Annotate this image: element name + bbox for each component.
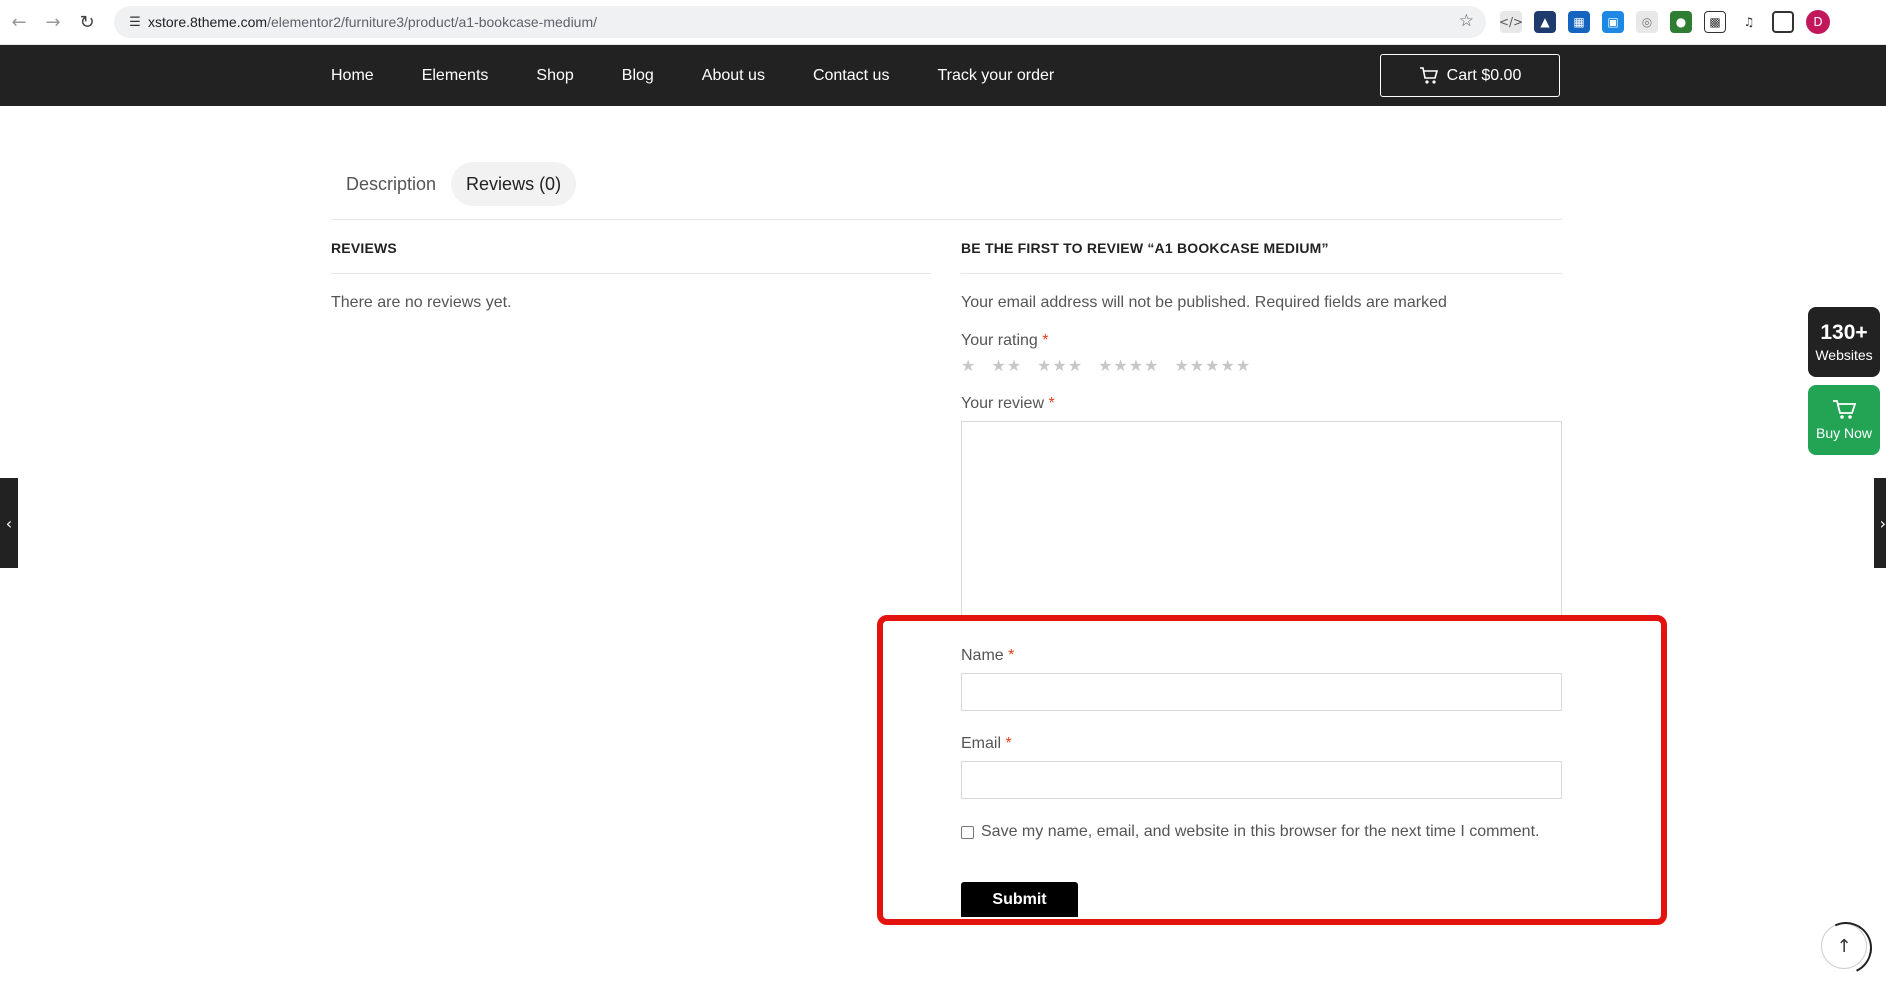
grid-extension-icon[interactable]: ▦ — [1568, 11, 1590, 33]
required-mark: * — [1005, 735, 1012, 752]
submit-button[interactable]: Submit — [961, 882, 1078, 917]
required-note: Your email address will not be published… — [961, 294, 1447, 311]
save-info-row: Save my name, email, and website in this… — [961, 823, 1562, 841]
websites-label: Websites — [1815, 347, 1873, 363]
buy-now-widget[interactable]: Buy Now — [1808, 385, 1880, 455]
cart-button[interactable]: Cart $0.00 — [1380, 54, 1560, 97]
extension-icon[interactable]: ▣ — [1602, 11, 1624, 33]
rating-3-stars[interactable]: ★★★ — [1037, 356, 1083, 375]
email-input[interactable] — [961, 761, 1562, 799]
extensions-area: </> ▲ ▦ ▣ ◎ ● ▩ ♫ D — [1499, 8, 1830, 36]
required-mark: * — [1008, 647, 1015, 664]
globe-extension-icon[interactable]: ◎ — [1636, 11, 1658, 33]
code-extension-icon[interactable]: </> — [1499, 11, 1523, 33]
extension-icon[interactable]: ▲ — [1534, 11, 1556, 33]
cart-icon — [1833, 400, 1856, 419]
url-host: xstore.8theme.com — [148, 14, 268, 30]
email-label: Email * — [961, 735, 1562, 753]
product-tabs: Description Reviews (0) — [331, 162, 1562, 220]
review-field: Your review * — [961, 395, 1562, 621]
reviews-title: REVIEWS — [331, 240, 931, 274]
no-reviews-text: There are no reviews yet. — [331, 294, 512, 311]
review-form-title: BE THE FIRST TO REVIEW “A1 BOOKCASE MEDI… — [961, 240, 1562, 274]
rating-5-stars[interactable]: ★★★★★ — [1174, 356, 1251, 375]
cart-icon — [1419, 66, 1438, 84]
menu-item-shop[interactable]: Shop — [536, 67, 573, 85]
name-label-text: Name — [961, 647, 1004, 664]
reviews-section: REVIEWS There are no reviews yet. — [331, 240, 931, 312]
forward-icon[interactable]: → — [38, 7, 68, 37]
address-bar[interactable]: ☰ xstore.8theme.com/elementor2/furniture… — [114, 6, 1486, 38]
menu-item-home[interactable]: Home — [331, 67, 374, 85]
menu-item-about-us[interactable]: About us — [702, 67, 765, 85]
main-menu: Home Elements Shop Blog About us Contact… — [331, 45, 1102, 106]
review-label-text: Your review — [961, 395, 1045, 412]
required-mark: * — [1048, 395, 1055, 412]
name-field: Name * — [961, 647, 1562, 711]
bookmark-star-icon[interactable]: ☆ — [1459, 11, 1474, 31]
rating-label-text: Your rating — [961, 332, 1038, 349]
menu-item-blog[interactable]: Blog — [622, 67, 654, 85]
arrow-up-icon: ↑ — [1836, 935, 1852, 957]
tab-description[interactable]: Description — [331, 162, 451, 206]
review-textarea[interactable] — [961, 421, 1562, 621]
next-product-arrow-icon[interactable]: › — [1874, 478, 1886, 568]
profile-avatar[interactable]: D — [1806, 10, 1830, 34]
save-info-label[interactable]: Save my name, email, and website in this… — [981, 823, 1539, 841]
tab-reviews[interactable]: Reviews (0) — [451, 162, 577, 206]
name-label: Name * — [961, 647, 1562, 665]
url-path: /elementor2/furniture3/product/a1-bookca… — [267, 14, 598, 30]
url-text: xstore.8theme.com/elementor2/furniture3/… — [148, 14, 597, 30]
extensions-icon[interactable]: ▩ — [1704, 11, 1726, 33]
rating-2-stars[interactable]: ★★ — [991, 356, 1022, 375]
rating-4-stars[interactable]: ★★★★ — [1098, 356, 1159, 375]
browser-toolbar: ← → ↻ ☰ xstore.8theme.com/elementor2/fur… — [0, 0, 1886, 45]
email-label-text: Email — [961, 735, 1002, 752]
rating-label: Your rating * — [961, 332, 1562, 350]
cart-label: Cart $0.00 — [1446, 66, 1522, 84]
websites-count: 130+ — [1820, 321, 1868, 344]
websites-widget[interactable]: 130+ Websites — [1808, 307, 1880, 377]
site-header: Home Elements Shop Blog About us Contact… — [0, 45, 1886, 106]
rating-field: Your rating * ★ ★★ ★★★ ★★★★ ★★★★★ — [961, 332, 1562, 375]
buy-now-label: Buy Now — [1815, 425, 1873, 441]
email-field: Email * — [961, 735, 1562, 799]
side-panel-icon[interactable] — [1772, 11, 1794, 33]
review-form: BE THE FIRST TO REVIEW “A1 BOOKCASE MEDI… — [961, 240, 1562, 917]
required-mark: * — [1042, 332, 1049, 349]
review-label: Your review * — [961, 395, 1562, 413]
name-input[interactable] — [961, 673, 1562, 711]
back-icon[interactable]: ← — [4, 7, 34, 37]
scroll-to-top-button[interactable]: ↑ — [1821, 923, 1867, 969]
rating-stars: ★ ★★ ★★★ ★★★★ ★★★★★ — [961, 356, 1562, 375]
prev-product-arrow-icon[interactable]: ‹ — [0, 478, 18, 568]
site-info-icon[interactable]: ☰ — [122, 15, 148, 30]
menu-item-track-order[interactable]: Track your order — [937, 67, 1054, 85]
menu-item-elements[interactable]: Elements — [422, 67, 489, 85]
rating-1-star[interactable]: ★ — [961, 356, 976, 375]
extension-icon[interactable]: ● — [1670, 11, 1692, 33]
menu-item-contact-us[interactable]: Contact us — [813, 67, 889, 85]
reload-icon[interactable]: ↻ — [72, 7, 102, 37]
media-icon[interactable]: ♫ — [1738, 11, 1760, 33]
save-info-checkbox[interactable] — [961, 825, 974, 839]
